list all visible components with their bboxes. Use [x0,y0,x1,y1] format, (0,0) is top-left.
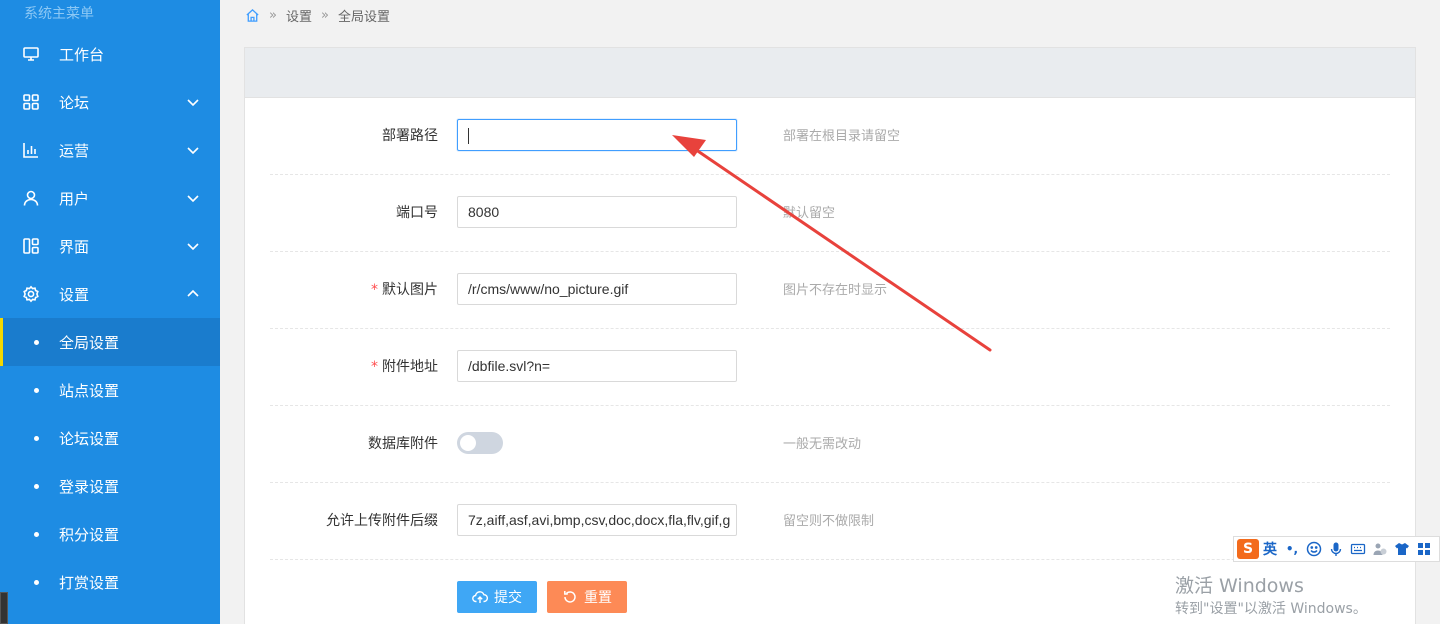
form-hint: 留空则不做限制 [783,514,875,529]
breadcrumb: » 设置 » 全局设置 [220,0,1440,30]
menu-item-workbench[interactable]: 工作台 [0,30,220,78]
attachment-url-input[interactable]: /dbfile.svl?n= [457,350,737,382]
main-content: » 设置 » 全局设置 部署路径 部署在根目录请留空 端口号 8080 默认留空… [220,0,1440,624]
menu-item-forum[interactable]: 论坛 [0,78,220,126]
submenu-item-site-settings[interactable]: 站点设置 [0,366,220,414]
form-row-upload-suffix: 允许上传附件后缀 7z,aiff,asf,avi,bmp,csv,doc,doc… [270,483,1390,560]
monitor-icon [22,45,40,63]
sidebar: 系统主菜单 工作台 论坛 运营 用户 界面 设置 全局设置 站点设置 论坛设置 … [0,0,220,624]
db-attachment-toggle[interactable] [457,432,503,454]
ime-mode-toggle[interactable]: 英 [1263,539,1279,559]
toggle-knob [460,435,476,451]
bullet-icon [34,531,39,537]
breadcrumb-separator-icon: » [269,7,277,23]
menu-item-label: 运营 [59,141,90,160]
microphone-icon[interactable] [1327,540,1345,558]
submenu-item-global-settings[interactable]: 全局设置 [0,318,220,366]
refresh-icon [564,591,576,603]
punctuation-icon[interactable]: •, [1283,540,1301,558]
smiley-icon[interactable] [1305,540,1323,558]
submenu-item-reward-settings[interactable]: 打赏设置 [0,558,220,606]
windows-activation-watermark: 激活 Windows 转到"设置"以激活 Windows。 [1175,574,1367,620]
submenu-item-label: 登录设置 [59,477,120,496]
form-label: * 默认图片 [371,282,438,298]
chevron-down-icon [186,143,200,157]
user-icon [22,189,40,207]
submenu-item-forum-settings[interactable]: 论坛设置 [0,414,220,462]
form-hint: 默认留空 [783,206,836,221]
form-row-attachment-url: * 附件地址 /dbfile.svl?n= [270,329,1390,406]
ime-logo-icon[interactable]: S [1237,539,1259,559]
chevron-up-icon [186,287,200,301]
submenu-item-login-settings[interactable]: 登录设置 [0,462,220,510]
form-row-deploy-path: 部署路径 部署在根目录请留空 [270,98,1390,175]
submenu-item-label: 全局设置 [59,333,120,352]
submenu-item-label: 论坛设置 [59,429,120,448]
deploy-path-input[interactable] [457,119,737,151]
menu-item-label: 工作台 [59,45,105,64]
watermark-line-2: 转到"设置"以激活 Windows。 [1175,601,1367,617]
menu-item-interface[interactable]: 界面 [0,222,220,270]
keyboard-icon[interactable] [1349,540,1367,558]
breadcrumb-separator-icon: » [320,7,329,23]
form-label: * 附件地址 [371,359,438,375]
bullet-icon [34,483,39,489]
submit-label: 提交 [494,590,522,606]
upload-suffix-input[interactable]: 7z,aiff,asf,avi,bmp,csv,doc,docx,fla,flv… [457,504,737,536]
form-label: 端口号 [396,205,438,221]
form-label: 数据库附件 [368,436,438,452]
reset-label: 重置 [584,590,612,606]
user-group-icon[interactable] [1371,540,1389,558]
form-hint: 图片不存在时显示 [783,283,888,298]
required-mark: * [371,359,378,375]
menu-item-label: 界面 [59,237,90,256]
menu-item-label: 设置 [59,285,90,304]
panel-header [245,48,1415,98]
menu-item-label: 用户 [59,189,90,208]
grid-icon [22,93,40,111]
bullet-icon [34,387,39,393]
bullet-icon [34,579,39,585]
menu-item-operation[interactable]: 运营 [0,126,220,174]
submenu-item-label: 积分设置 [59,525,120,544]
scrollbar-handle[interactable] [0,592,8,624]
port-input[interactable]: 8080 [457,196,737,228]
breadcrumb-item[interactable]: 设置 [286,6,312,25]
menu-item-users[interactable]: 用户 [0,174,220,222]
bar-chart-icon [22,141,40,159]
form-row-default-picture: * 默认图片 /r/cms/www/no_picture.gif 图片不存在时显示 [270,252,1390,329]
toolbox-grid-icon[interactable] [1415,540,1433,558]
submit-button[interactable]: 提交 [457,581,537,613]
reset-button[interactable]: 重置 [547,581,627,613]
chevron-down-icon [186,95,200,109]
form-hint: 一般无需改动 [783,437,862,452]
watermark-line-1: 激活 Windows [1175,575,1304,597]
form-label: 允许上传附件后缀 [326,513,438,529]
required-mark: * [371,282,378,298]
form-row-db-attachment: 数据库附件 一般无需改动 [270,406,1390,483]
menu-item-label: 论坛 [59,93,90,112]
default-picture-input[interactable]: /r/cms/www/no_picture.gif [457,273,737,305]
bullet-icon [34,435,39,441]
submenu-item-label: 打赏设置 [59,573,120,592]
form-label: 部署路径 [382,128,438,144]
layout-icon [22,237,40,255]
submenu-item-points-settings[interactable]: 积分设置 [0,510,220,558]
chevron-down-icon [186,191,200,205]
home-icon[interactable] [245,8,260,23]
form-row-port: 端口号 8080 默认留空 [270,175,1390,252]
gear-icon [22,285,40,303]
chevron-down-icon [186,239,200,253]
sidebar-title: 系统主菜单 [24,6,94,22]
text-cursor [468,128,469,145]
skin-shirt-icon[interactable] [1393,540,1411,558]
ime-toolbar: S 英 •, [1233,536,1440,562]
cloud-upload-icon [472,591,488,603]
submenu-item-label: 站点设置 [59,381,120,400]
breadcrumb-item-current: 全局设置 [337,9,390,25]
bullet-icon [34,339,39,345]
menu-item-settings[interactable]: 设置 [0,270,220,318]
form-hint: 部署在根目录请留空 [783,129,901,144]
